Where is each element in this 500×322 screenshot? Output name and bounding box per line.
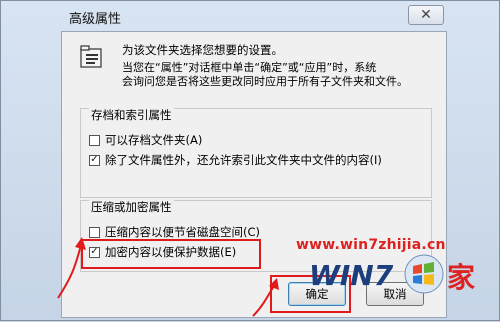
watermark-home-char: 家 (447, 261, 476, 294)
watermark-logo: WIN7 (309, 259, 394, 292)
advanced-attributes-dialog: 高级属性 ✕ 为该文件夹选择您想要的设置。 当您在“属性”对话框中单击“确定”或… (0, 0, 500, 321)
archive-option-row[interactable]: 可以存档文件夹(A) (89, 133, 202, 147)
check-icon: ✓ (90, 154, 99, 165)
encrypt-highlight-box (81, 239, 261, 269)
compress-label: 压缩内容以便节省磁盘空间(C) (105, 225, 261, 239)
windows-logo-icon (404, 254, 444, 294)
index-label: 除了文件属性外，还允许索引此文件夹中文件的内容(I) (105, 153, 382, 167)
archive-index-group: 存档和索引属性 可以存档文件夹(A) ✓ 除了文件属性外，还允许索引此文件夹中文… (80, 107, 432, 198)
intro-line-3: 会询问您是否将这些更改同时应用于所有子文件夹和文件。 (122, 75, 408, 88)
title-bar[interactable]: 高级属性 ✕ (1, 1, 499, 31)
index-checkbox[interactable]: ✓ (89, 154, 100, 166)
close-icon: ✕ (420, 7, 432, 23)
archive-checkbox[interactable] (89, 134, 100, 146)
intro-line-1: 为该文件夹选择您想要的设置。 (122, 43, 283, 57)
compress-group-title: 压缩或加密属性 (89, 199, 174, 215)
index-option-row[interactable]: ✓ 除了文件属性外，还允许索引此文件夹中文件的内容(I) (89, 153, 382, 167)
arrow-to-encrypt-icon (57, 237, 86, 299)
watermark-url: www.win7zhijia.cn (296, 237, 446, 253)
dialog-title: 高级属性 (69, 12, 122, 27)
archive-group-title: 存档和索引属性 (89, 107, 174, 123)
compress-option-row[interactable]: 压缩内容以便节省磁盘空间(C) (89, 225, 260, 239)
archive-label: 可以存档文件夹(A) (105, 133, 203, 147)
arrow-to-ok-icon (252, 278, 279, 317)
close-button[interactable]: ✕ (408, 5, 444, 25)
folder-properties-icon (80, 45, 102, 68)
